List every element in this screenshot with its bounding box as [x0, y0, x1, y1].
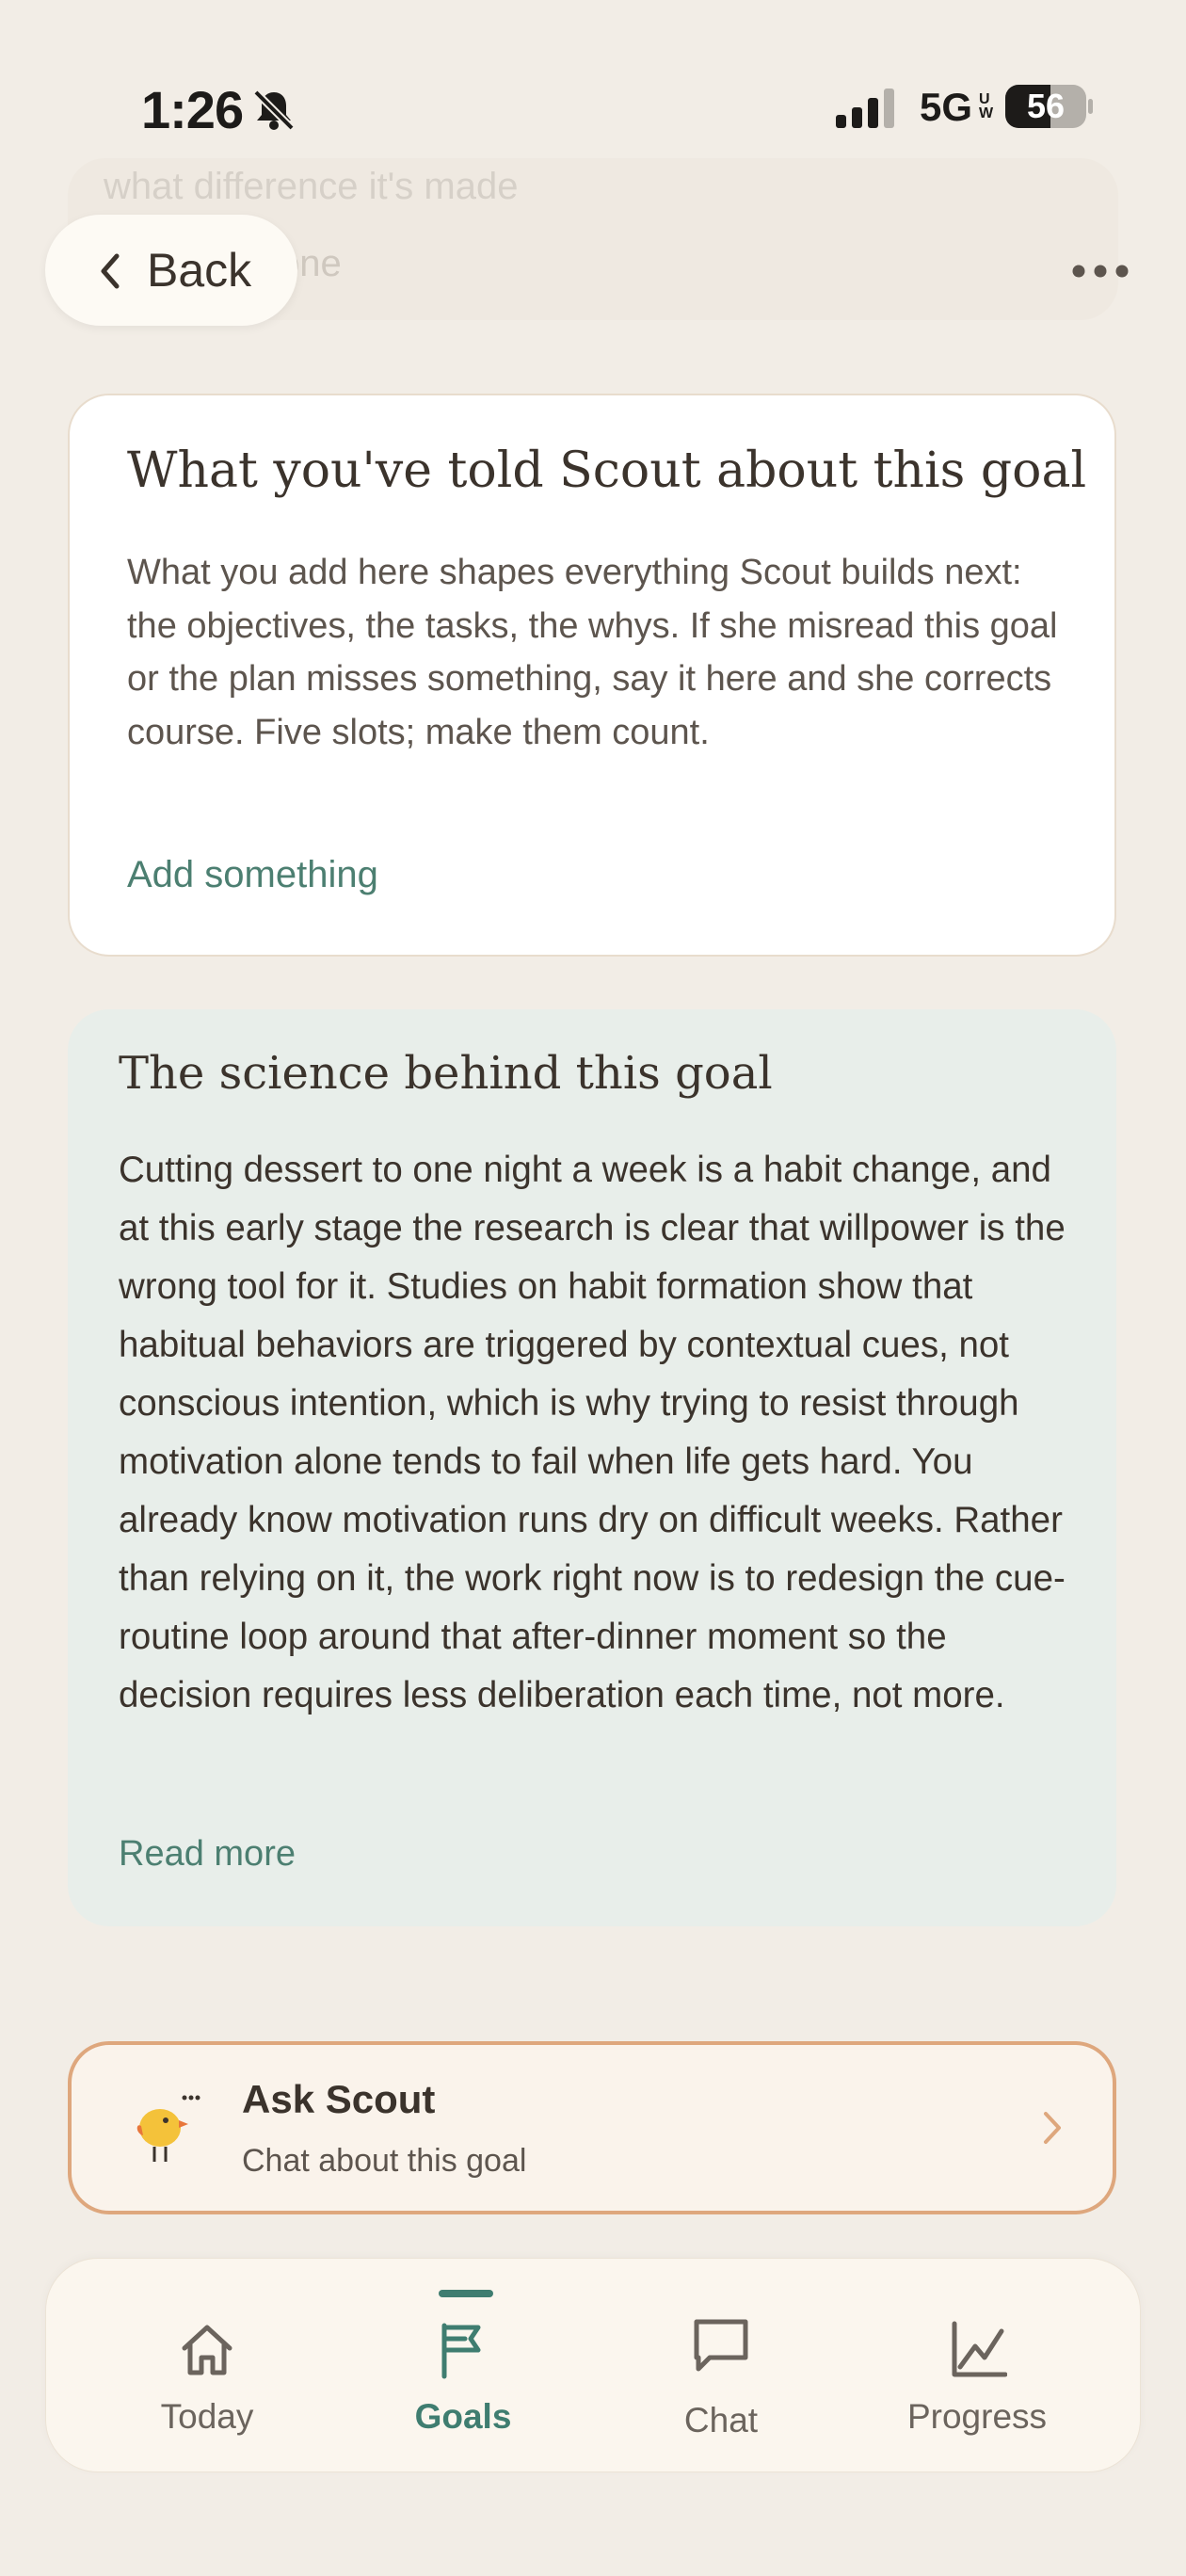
ask-scout-subtitle: Chat about this goal: [242, 2143, 527, 2179]
chart-line-icon: [952, 2321, 1007, 2377]
network-badge: UW: [979, 91, 994, 121]
scout-notes-description: What you add here shapes everything Scou…: [127, 553, 1058, 752]
ask-scout-title: Ask Scout: [242, 2077, 436, 2121]
tab-label-today: Today: [160, 2397, 254, 2436]
tab-today[interactable]: Today: [94, 2258, 320, 2472]
tab-label-progress: Progress: [906, 2397, 1048, 2436]
science-title: The science behind this goal: [119, 1047, 773, 1100]
back-label[interactable]: Back: [147, 243, 251, 298]
signal-icon: [836, 89, 894, 128]
science-body: Cutting dessert to one night a week is a…: [119, 1150, 1066, 1715]
battery-percent: 56: [1026, 87, 1066, 125]
add-something-link[interactable]: Add something: [127, 854, 378, 896]
ask-scout-button[interactable]: [68, 2041, 1116, 2214]
home-icon: [182, 2325, 232, 2375]
flag-icon: [441, 2323, 481, 2379]
chat-bubble-icon: [694, 2319, 748, 2372]
tab-goals[interactable]: Goals: [350, 2258, 576, 2472]
scrolled-text: what difference it's made: [104, 166, 519, 207]
scout-bird-icon: [136, 2095, 200, 2162]
battery-icon: 56: [1005, 85, 1093, 128]
status-time: 1:26: [141, 80, 244, 139]
tab-label-chat: Chat: [683, 2401, 759, 2439]
scout-notes-title: What you've told Scout about this goal: [127, 443, 1087, 499]
tab-chat[interactable]: Chat: [608, 2258, 834, 2472]
tab-label-goals: Goals: [414, 2397, 512, 2436]
read-more-link[interactable]: Read more: [119, 1834, 296, 1875]
bell-muted-icon: [253, 89, 295, 131]
chevron-right-icon: [1044, 2112, 1061, 2144]
tab-progress[interactable]: Progress: [864, 2258, 1090, 2472]
more-options-icon[interactable]: [1069, 254, 1131, 288]
chevron-left-icon: [101, 253, 120, 289]
network-type: 5G: [920, 85, 973, 129]
